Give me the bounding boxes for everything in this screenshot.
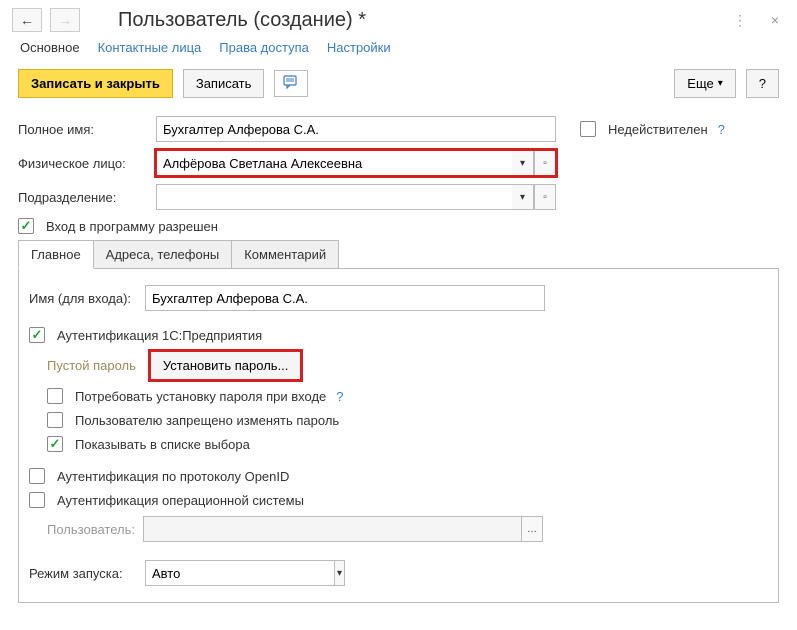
auth-os-checkbox[interactable] <box>29 492 45 508</box>
login-name-label: Имя (для входа): <box>29 291 139 306</box>
inactive-checkbox[interactable] <box>580 121 596 137</box>
nav-tab-main[interactable]: Основное <box>20 40 80 55</box>
person-ref-field: ▾ ▫ <box>156 150 556 176</box>
show-in-list-label: Показывать в списке выбора <box>75 437 250 452</box>
dept-input[interactable] <box>156 184 512 210</box>
tab-content-main: Имя (для входа): Аутентификация 1С:Предп… <box>18 268 779 603</box>
launch-mode-label: Режим запуска: <box>29 566 139 581</box>
more-button[interactable]: Еще <box>674 69 735 98</box>
launch-mode-input[interactable] <box>145 560 334 586</box>
menu-icon[interactable]: ⋮ <box>727 10 753 31</box>
deny-pwd-change-label: Пользователю запрещено изменять пароль <box>75 413 339 428</box>
nav-tab-rights[interactable]: Права доступа <box>219 40 309 55</box>
window-title: Пользователь (создание) * <box>118 9 719 32</box>
os-user-browse-icon[interactable]: … <box>521 516 543 542</box>
inactive-help-icon[interactable]: ? <box>718 122 725 137</box>
person-dropdown-icon[interactable]: ▾ <box>512 150 534 176</box>
discuss-icon[interactable] <box>274 70 308 97</box>
fullname-input[interactable] <box>156 116 556 142</box>
login-name-input[interactable] <box>145 285 545 311</box>
login-allowed-label: Вход в программу разрешен <box>46 219 218 234</box>
nav-tab-contacts[interactable]: Контактные лица <box>98 40 202 55</box>
dept-ref-field: ▾ ▫ <box>156 184 556 210</box>
os-user-label: Пользователь: <box>47 522 137 537</box>
nav-forward-button[interactable]: → <box>50 8 80 32</box>
save-close-button[interactable]: Записать и закрыть <box>18 69 173 98</box>
save-button[interactable]: Записать <box>183 69 265 98</box>
subtab-comment[interactable]: Комментарий <box>231 240 339 269</box>
launch-mode-dropdown-icon[interactable]: ▾ <box>334 560 345 586</box>
os-user-field: … <box>143 516 543 542</box>
nav-tab-settings[interactable]: Настройки <box>327 40 391 55</box>
nav-back-button[interactable]: ← <box>12 8 42 32</box>
require-pwd-help-icon[interactable]: ? <box>336 389 343 404</box>
launch-mode-select: ▾ <box>145 560 345 586</box>
auth-1c-label: Аутентификация 1С:Предприятия <box>57 328 262 343</box>
dept-open-icon[interactable]: ▫ <box>534 184 556 210</box>
os-user-input[interactable] <box>143 516 521 542</box>
login-allowed-checkbox[interactable] <box>18 218 34 234</box>
fullname-label: Полное имя: <box>18 122 150 137</box>
subtab-main[interactable]: Главное <box>18 240 94 269</box>
dept-label: Подразделение: <box>18 190 150 205</box>
person-label: Физическое лицо: <box>18 156 150 171</box>
inactive-label: Недействителен <box>608 122 708 137</box>
show-in-list-checkbox[interactable] <box>47 436 63 452</box>
auth-os-label: Аутентификация операционной системы <box>57 493 304 508</box>
auth-openid-label: Аутентификация по протоколу OpenID <box>57 469 289 484</box>
auth-1c-checkbox[interactable] <box>29 327 45 343</box>
subtab-addresses[interactable]: Адреса, телефоны <box>93 240 233 269</box>
require-pwd-change-label: Потребовать установку пароля при входе <box>75 389 326 404</box>
dept-dropdown-icon[interactable]: ▾ <box>512 184 534 210</box>
person-open-icon[interactable]: ▫ <box>534 150 556 176</box>
person-input[interactable] <box>156 150 512 176</box>
help-button[interactable]: ? <box>746 69 779 98</box>
auth-openid-checkbox[interactable] <box>29 468 45 484</box>
deny-pwd-change-checkbox[interactable] <box>47 412 63 428</box>
pwd-empty-label: Пустой пароль <box>47 358 136 373</box>
close-icon[interactable]: × <box>765 10 785 31</box>
set-password-button[interactable]: Установить пароль... <box>150 351 301 380</box>
require-pwd-change-checkbox[interactable] <box>47 388 63 404</box>
